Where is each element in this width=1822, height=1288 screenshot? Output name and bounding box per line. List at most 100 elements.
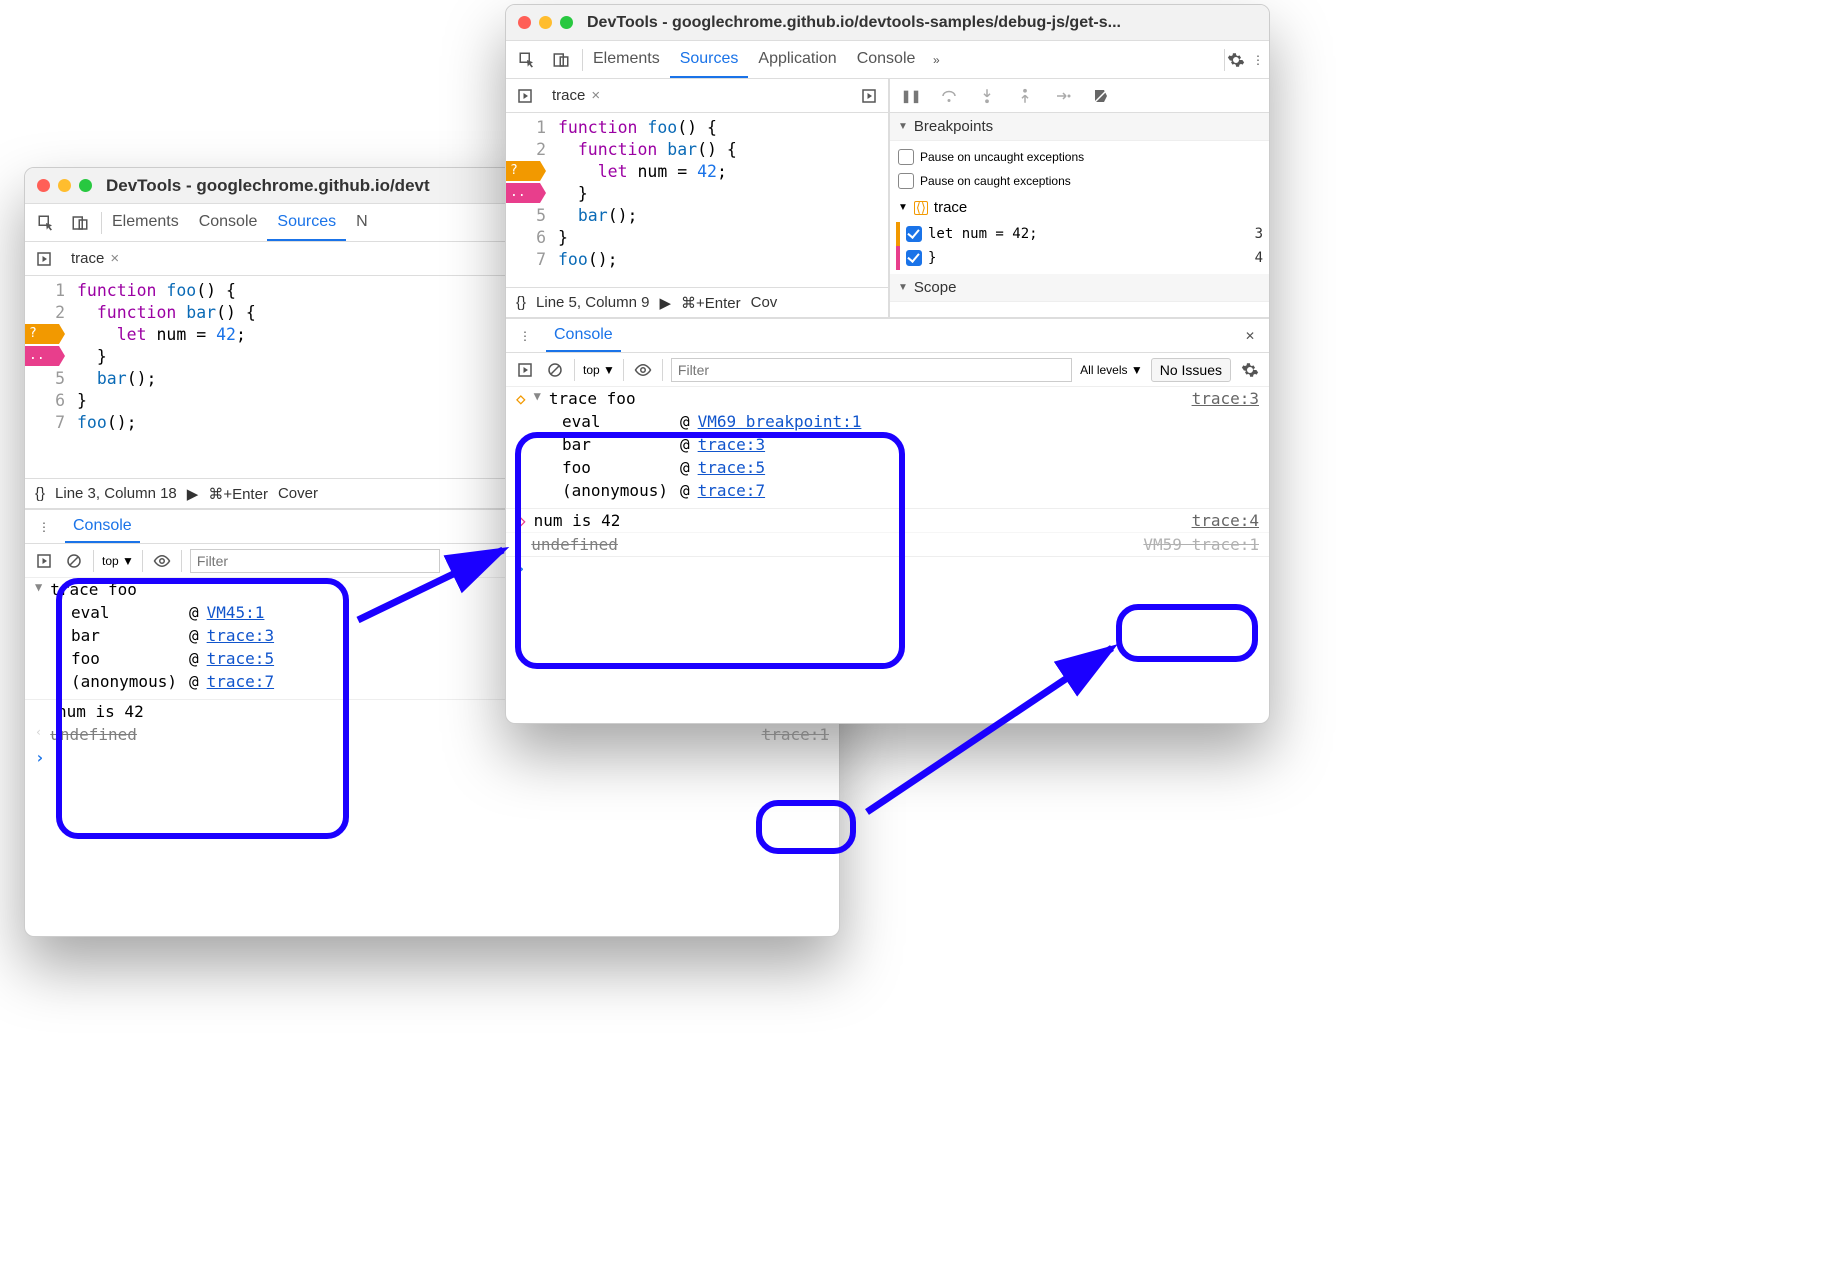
- step-out-icon[interactable]: [1014, 85, 1036, 107]
- main-toolbar: Elements Sources Application Console » ⋮: [506, 41, 1269, 79]
- file-tab-trace[interactable]: trace ×: [544, 83, 608, 108]
- breakpoints-section[interactable]: ▼Breakpoints: [890, 113, 1269, 141]
- checkbox-icon[interactable]: [898, 173, 914, 189]
- file-icon: ⟨⟩: [914, 201, 928, 215]
- console-drawer: ⋮ Console ✕ top ▼ All levels ▼ No Issues…: [506, 317, 1269, 723]
- device-icon[interactable]: [69, 212, 91, 234]
- close-icon[interactable]: ×: [110, 250, 119, 267]
- breakpoint-row[interactable]: } 4: [896, 246, 1263, 270]
- breakpoint-marker-pink[interactable]: ..: [506, 183, 546, 203]
- navigator-icon[interactable]: [514, 85, 536, 107]
- checkbox-icon[interactable]: [906, 250, 922, 266]
- source-link[interactable]: trace:5: [698, 458, 765, 477]
- close-drawer-icon[interactable]: ✕: [1239, 325, 1261, 347]
- maximize-icon[interactable]: [560, 16, 573, 29]
- breakpoint-marker-orange[interactable]: ?: [506, 161, 546, 181]
- drawer-menu-icon[interactable]: ⋮: [514, 325, 536, 347]
- stack-frame: bar@ trace:3: [552, 433, 1269, 456]
- pause-icon[interactable]: ❚❚: [900, 85, 922, 107]
- source-link[interactable]: trace:3: [698, 435, 765, 454]
- console-undefined: undefined: [50, 725, 137, 744]
- eye-icon[interactable]: [632, 359, 654, 381]
- breakpoint-row[interactable]: let num = 42; 3: [896, 222, 1263, 246]
- play-icon[interactable]: ▶: [659, 294, 671, 312]
- stack-frame: (anonymous)@ trace:7: [552, 479, 1269, 502]
- close-icon[interactable]: [518, 16, 531, 29]
- navigator-icon[interactable]: [33, 248, 55, 270]
- filter-input[interactable]: [671, 358, 1072, 382]
- step-icon[interactable]: [1052, 85, 1074, 107]
- source-link[interactable]: trace:7: [698, 481, 765, 500]
- settings-icon[interactable]: [1225, 49, 1247, 71]
- source-link[interactable]: VM69 breakpoint:1: [698, 412, 862, 431]
- source-link[interactable]: trace:3: [1192, 389, 1259, 408]
- source-link[interactable]: trace:5: [207, 649, 274, 668]
- checkbox-icon[interactable]: [898, 149, 914, 165]
- close-icon[interactable]: [37, 179, 50, 192]
- no-issues-button[interactable]: No Issues: [1151, 358, 1231, 382]
- file-tab-trace[interactable]: trace ×: [63, 246, 127, 271]
- context-selector[interactable]: top ▼: [583, 363, 615, 377]
- deactivate-breakpoints-icon[interactable]: [1090, 85, 1112, 107]
- play-icon[interactable]: ▶: [187, 485, 199, 503]
- pause-uncaught-checkbox[interactable]: Pause on uncaught exceptions: [898, 145, 1261, 169]
- pretty-print-icon[interactable]: {}: [516, 294, 526, 311]
- console-prompt-icon[interactable]: ›: [35, 748, 45, 767]
- file-tab-label: trace: [71, 250, 104, 267]
- logpoint-icon: ◇: [516, 389, 526, 408]
- console-trace-header[interactable]: trace foo: [549, 389, 636, 408]
- clear-console-icon[interactable]: [63, 550, 85, 572]
- step-into-icon[interactable]: [976, 85, 998, 107]
- checkbox-icon[interactable]: [906, 226, 922, 242]
- drawer-menu-icon[interactable]: ⋮: [33, 516, 55, 538]
- console-prompt-icon[interactable]: ›: [516, 559, 526, 578]
- breakpoint-marker-pink[interactable]: ..: [25, 346, 65, 366]
- tab-application[interactable]: Application: [748, 42, 846, 78]
- inspect-icon[interactable]: [35, 212, 57, 234]
- tab-sources[interactable]: Sources: [670, 42, 749, 78]
- more-files-icon[interactable]: [858, 85, 880, 107]
- bp-file-label[interactable]: trace: [934, 199, 967, 216]
- source-link[interactable]: VM59 trace:1: [1143, 535, 1259, 554]
- tab-console[interactable]: Console: [189, 205, 268, 241]
- kebab-menu-icon[interactable]: ⋮: [1247, 49, 1269, 71]
- code-editor[interactable]: ? .. 1234567 function foo() { function b…: [506, 113, 888, 287]
- coverage-label[interactable]: Cover: [278, 485, 318, 502]
- pause-caught-checkbox[interactable]: Pause on caught exceptions: [898, 169, 1261, 193]
- breakpoint-marker-orange[interactable]: ?: [25, 324, 65, 344]
- tab-console-drawer[interactable]: Console: [546, 320, 621, 352]
- scope-section[interactable]: ▼Scope: [890, 274, 1269, 302]
- minimize-icon[interactable]: [539, 16, 552, 29]
- pretty-print-icon[interactable]: {}: [35, 485, 45, 502]
- tab-sources[interactable]: Sources: [267, 205, 346, 241]
- eye-icon[interactable]: [151, 550, 173, 572]
- show-console-sidebar-icon[interactable]: [33, 550, 55, 572]
- show-console-sidebar-icon[interactable]: [514, 359, 536, 381]
- tab-console-drawer[interactable]: Console: [65, 511, 140, 543]
- tab-network-truncated[interactable]: N: [346, 205, 378, 241]
- cursor-position: Line 5, Column 9: [536, 294, 649, 311]
- source-link[interactable]: trace:1: [762, 725, 829, 744]
- clear-console-icon[interactable]: [544, 359, 566, 381]
- debugger-sidebar: ❚❚ ▼Breakpoints Pause on uncaught except…: [889, 79, 1269, 317]
- close-icon[interactable]: ×: [591, 87, 600, 104]
- tab-elements[interactable]: Elements: [583, 42, 670, 78]
- run-shortcut: ⌘+Enter: [208, 485, 268, 503]
- source-link[interactable]: VM45:1: [207, 603, 265, 622]
- tab-elements[interactable]: Elements: [102, 205, 189, 241]
- minimize-icon[interactable]: [58, 179, 71, 192]
- context-selector[interactable]: top ▼: [102, 554, 134, 568]
- more-tabs-icon[interactable]: »: [925, 49, 947, 71]
- coverage-label[interactable]: Cov: [751, 294, 778, 311]
- log-levels-selector[interactable]: All levels ▼: [1080, 363, 1143, 377]
- source-link[interactable]: trace:3: [207, 626, 274, 645]
- filter-input[interactable]: [190, 549, 440, 573]
- source-link[interactable]: trace:4: [1192, 511, 1259, 530]
- settings-icon[interactable]: [1239, 359, 1261, 381]
- source-link[interactable]: trace:7: [207, 672, 274, 691]
- step-over-icon[interactable]: [938, 85, 960, 107]
- inspect-icon[interactable]: [516, 49, 538, 71]
- maximize-icon[interactable]: [79, 179, 92, 192]
- device-icon[interactable]: [550, 49, 572, 71]
- tab-console[interactable]: Console: [847, 42, 926, 78]
